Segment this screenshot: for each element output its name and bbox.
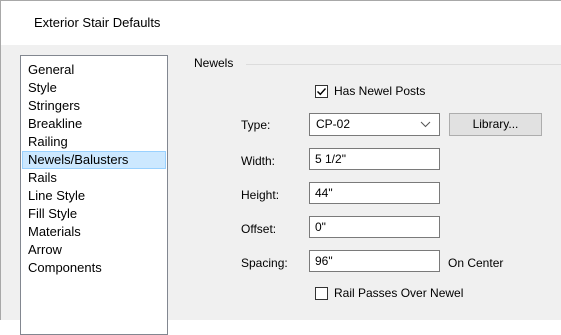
has-newel-posts-checkbox[interactable] (315, 85, 328, 98)
rail-passes-over-newel-label: Rail Passes Over Newel (334, 286, 464, 300)
category-list[interactable]: General Style Stringers Breakline Railin… (20, 55, 168, 335)
newels-group-label: Newels (194, 56, 234, 70)
nav-item-stringers[interactable]: Stringers (22, 97, 166, 115)
nav-item-rails[interactable]: Rails (22, 169, 166, 187)
nav-item-style[interactable]: Style (22, 79, 166, 97)
library-button[interactable]: Library... (449, 113, 542, 136)
offset-input[interactable]: 0" (309, 216, 440, 238)
nav-item-components[interactable]: Components (22, 259, 166, 277)
nav-item-newels-balusters[interactable]: Newels/Balusters (22, 151, 166, 169)
nav-item-breakline[interactable]: Breakline (22, 115, 166, 133)
group-divider (246, 64, 561, 65)
spacing-label: Spacing: (241, 256, 288, 270)
type-select-value: CP-02 (316, 117, 351, 131)
width-input[interactable]: 5 1/2" (309, 148, 440, 170)
spacing-suffix: On Center (448, 256, 504, 270)
nav-item-fill-style[interactable]: Fill Style (22, 205, 166, 223)
nav-item-materials[interactable]: Materials (22, 223, 166, 241)
rail-passes-over-newel-checkbox[interactable] (315, 287, 328, 300)
width-label: Width: (241, 154, 276, 168)
dialog-title: Exterior Stair Defaults (34, 15, 161, 30)
height-label: Height: (241, 188, 280, 202)
dialog-window: Exterior Stair Defaults General Style St… (0, 0, 561, 335)
has-newel-posts-label: Has Newel Posts (334, 84, 426, 98)
chevron-down-icon (420, 121, 431, 128)
nav-item-line-style[interactable]: Line Style (22, 187, 166, 205)
nav-item-railing[interactable]: Railing (22, 133, 166, 151)
checkmark-icon (317, 88, 327, 96)
type-select[interactable]: CP-02 (309, 113, 440, 136)
spacing-input[interactable]: 96" (309, 250, 440, 272)
nav-item-general[interactable]: General (22, 61, 166, 79)
title-bar: Exterior Stair Defaults (1, 1, 561, 45)
offset-label: Offset: (241, 222, 277, 236)
type-label: Type: (241, 118, 271, 132)
nav-item-arrow[interactable]: Arrow (22, 241, 166, 259)
height-input[interactable]: 44" (309, 182, 440, 204)
